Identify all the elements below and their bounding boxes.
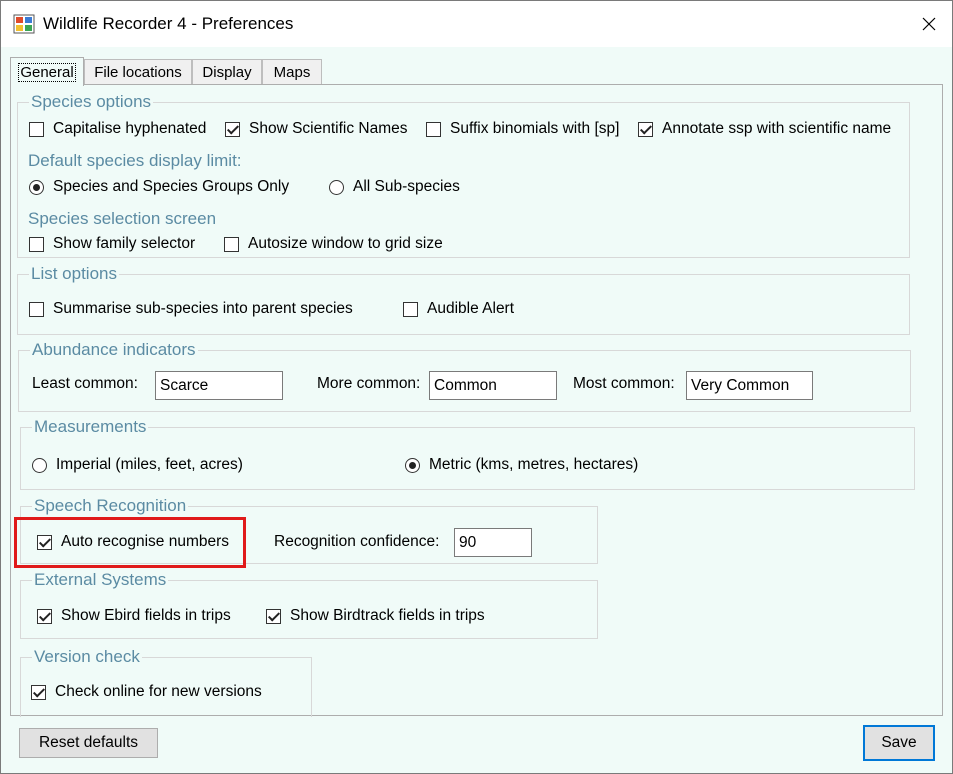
show-birdtrack-fields-box: [266, 608, 281, 624]
check-online-versions-checkbox[interactable]: Check online for new versions: [31, 683, 262, 701]
species-options-group: Species options Capitalise hyphenated Sh…: [17, 92, 910, 258]
tab-file-locations-label: File locations: [94, 64, 182, 81]
capitalise-hyphenated-label: Capitalise hyphenated: [53, 120, 207, 137]
check-online-versions-label: Check online for new versions: [55, 683, 262, 700]
show-family-selector-label: Show family selector: [53, 235, 196, 252]
tab-maps[interactable]: Maps: [262, 59, 322, 85]
audible-alert-box: [403, 301, 418, 317]
suffix-binomials-box: [426, 121, 441, 137]
autosize-window-label: Autosize window to grid size: [248, 235, 443, 252]
speech-recognition-title: Speech Recognition: [32, 496, 189, 516]
recognition-confidence-label: Recognition confidence:: [274, 533, 440, 550]
tab-file-locations[interactable]: File locations: [84, 59, 192, 85]
show-ebird-fields-box: [37, 608, 52, 624]
tab-display[interactable]: Display: [192, 59, 262, 85]
least-common-label: Least common:: [32, 375, 138, 392]
show-birdtrack-fields-label: Show Birdtrack fields in trips: [290, 607, 485, 624]
all-sub-species-radio-circle: [329, 179, 344, 195]
list-options-title: List options: [29, 264, 119, 284]
show-ebird-fields-label: Show Ebird fields in trips: [61, 607, 231, 624]
show-family-selector-box: [29, 236, 44, 252]
show-scientific-names-box: [225, 121, 240, 137]
preferences-window: Wildlife Recorder 4 - Preferences Genera…: [0, 0, 953, 774]
species-groups-only-radio[interactable]: Species and Species Groups Only: [29, 178, 289, 196]
display-limit-heading: Default species display limit:: [28, 151, 242, 170]
capitalise-hyphenated-box: [29, 121, 44, 137]
annotate-ssp-checkbox[interactable]: Annotate ssp with scientific name: [638, 120, 891, 138]
list-options-group: List options Summarise sub-species into …: [17, 264, 910, 335]
audible-alert-label: Audible Alert: [427, 300, 515, 317]
general-tab-panel: Species options Capitalise hyphenated Sh…: [10, 84, 943, 717]
most-common-label: Most common:: [573, 375, 675, 392]
species-groups-only-label: Species and Species Groups Only: [53, 178, 290, 195]
imperial-radio-circle: [32, 457, 47, 473]
most-common-input[interactable]: Very Common: [686, 371, 813, 400]
annotate-ssp-box: [638, 121, 653, 137]
annotate-ssp-label: Annotate ssp with scientific name: [662, 120, 892, 137]
summarise-subspecies-checkbox[interactable]: Summarise sub-species into parent specie…: [29, 300, 353, 318]
autosize-window-box: [224, 236, 239, 252]
more-common-input[interactable]: Common: [429, 371, 557, 400]
selection-screen-heading: Species selection screen: [28, 209, 217, 228]
tab-general[interactable]: General: [10, 57, 84, 86]
version-check-title: Version check: [32, 647, 142, 667]
tab-display-label: Display: [202, 64, 252, 81]
window-title: Wildlife Recorder 4 - Preferences: [43, 14, 294, 33]
tab-general-label: General: [18, 62, 76, 82]
highlight-box: [14, 517, 246, 568]
measurements-group: Measurements Imperial (miles, feet, acre…: [20, 417, 915, 490]
measurements-title: Measurements: [32, 417, 149, 437]
metric-radio-circle: [405, 457, 420, 473]
abundance-indicators-group: Abundance indicators Least common: Scarc…: [18, 340, 911, 412]
show-scientific-names-label: Show Scientific Names: [249, 120, 408, 137]
summarise-subspecies-label: Summarise sub-species into parent specie…: [53, 300, 353, 317]
reset-defaults-button[interactable]: Reset defaults: [19, 728, 158, 758]
show-scientific-names-checkbox[interactable]: Show Scientific Names: [225, 120, 408, 138]
save-button[interactable]: Save: [863, 725, 935, 761]
imperial-label: Imperial (miles, feet, acres): [56, 456, 243, 473]
audible-alert-checkbox[interactable]: Audible Alert: [403, 300, 514, 318]
metric-label: Metric (kms, metres, hectares): [429, 456, 639, 473]
abundance-indicators-title: Abundance indicators: [30, 340, 198, 360]
least-common-input[interactable]: Scarce: [155, 371, 283, 400]
show-ebird-fields-checkbox[interactable]: Show Ebird fields in trips: [37, 607, 231, 625]
check-online-versions-box: [31, 684, 46, 700]
close-icon: [922, 17, 936, 31]
title-bar: Wildlife Recorder 4 - Preferences: [1, 1, 952, 47]
external-systems-title: External Systems: [32, 570, 169, 590]
all-sub-species-label: All Sub-species: [353, 178, 460, 195]
metric-radio[interactable]: Metric (kms, metres, hectares): [405, 456, 638, 474]
external-systems-group: External Systems Show Ebird fields in tr…: [20, 570, 598, 639]
all-sub-species-radio[interactable]: All Sub-species: [329, 178, 460, 196]
imperial-radio[interactable]: Imperial (miles, feet, acres): [32, 456, 243, 474]
autosize-window-checkbox[interactable]: Autosize window to grid size: [224, 235, 443, 253]
species-groups-only-radio-circle: [29, 179, 44, 195]
recognition-confidence-input[interactable]: 90: [454, 528, 532, 557]
show-family-selector-checkbox[interactable]: Show family selector: [29, 235, 195, 253]
suffix-binomials-checkbox[interactable]: Suffix binomials with [sp]: [426, 120, 619, 138]
close-button[interactable]: [906, 1, 952, 47]
version-check-group: Version check Check online for new versi…: [20, 647, 312, 717]
tab-maps-label: Maps: [273, 64, 311, 81]
app-icon: [13, 14, 35, 34]
summarise-subspecies-box: [29, 301, 44, 317]
capitalise-hyphenated-checkbox[interactable]: Capitalise hyphenated: [29, 120, 206, 138]
suffix-binomials-label: Suffix binomials with [sp]: [450, 120, 620, 137]
show-birdtrack-fields-checkbox[interactable]: Show Birdtrack fields in trips: [266, 607, 485, 625]
species-options-title: Species options: [29, 92, 154, 112]
more-common-label: More common:: [317, 375, 421, 392]
